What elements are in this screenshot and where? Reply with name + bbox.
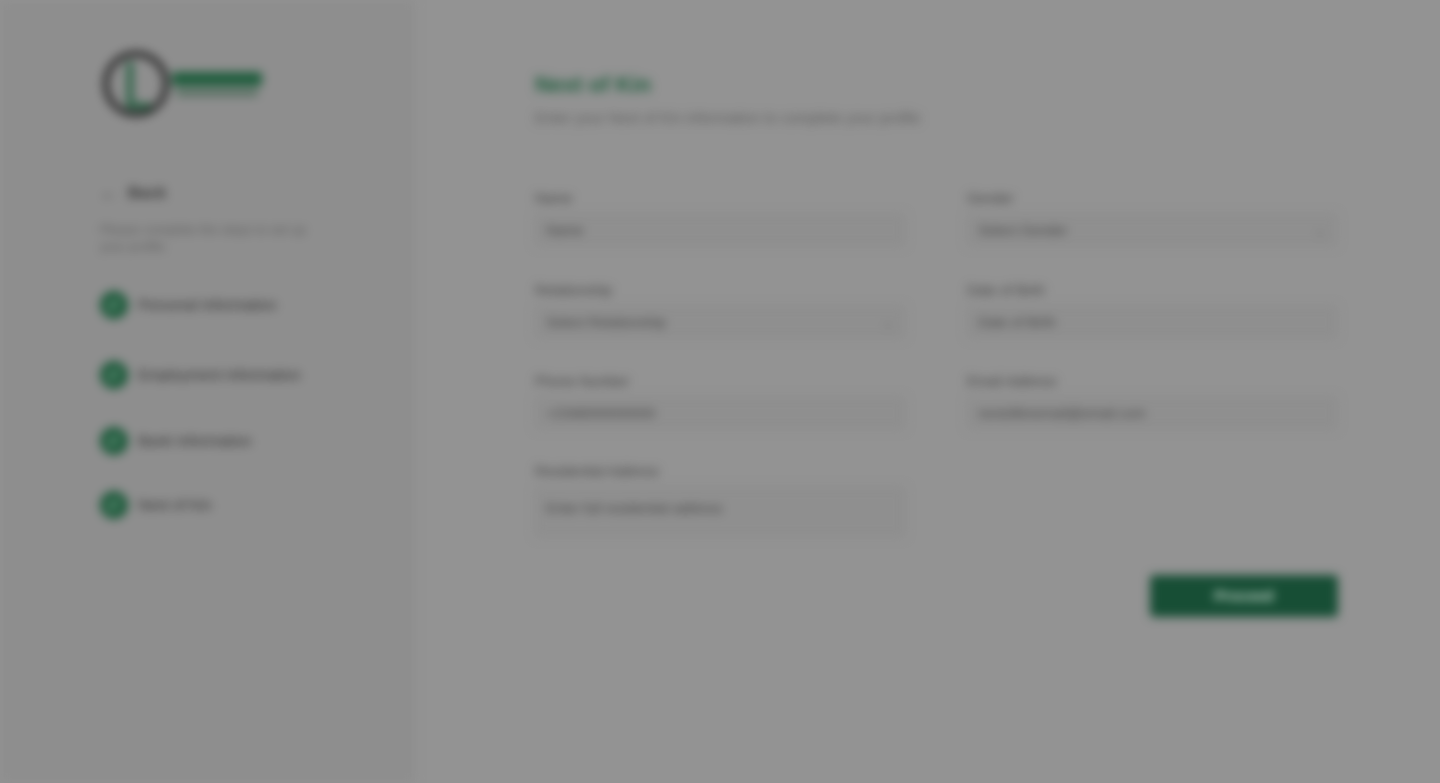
step-employment-information[interactable]: ✓ Employment Information (100, 361, 301, 389)
page-subtitle: Enter your Next of Kin information to co… (535, 110, 921, 127)
step-label: Personal Information (138, 296, 277, 314)
relationship-select[interactable]: Select Relationship ⌄ (535, 306, 905, 338)
phone-label: Phone Number (535, 373, 630, 389)
date-of-birth-value: Date of Birth (978, 314, 1056, 330)
relationship-label: Relationship (535, 282, 613, 298)
email-value: nextofkinemail@email.com (978, 405, 1146, 421)
step-bank-information[interactable]: ✓ Bank Information (100, 427, 251, 455)
date-of-birth-label: Date of Birth (967, 282, 1045, 298)
step-label: Next of Kin (138, 496, 212, 514)
email-label: Email Address (967, 373, 1057, 389)
step-label: Bank Information (138, 432, 252, 450)
logo (103, 51, 262, 117)
check-icon: ✓ (100, 491, 128, 519)
check-icon: ✓ (100, 291, 128, 319)
page: ← Back Please complete the steps to set … (0, 0, 1440, 783)
residential-address-label: Residential Address (535, 463, 659, 479)
chevron-down-icon: ⌄ (882, 313, 894, 330)
check-icon: ✓ (100, 427, 128, 455)
gender-value: Select Gender (978, 222, 1068, 238)
back-label: Back (128, 184, 167, 202)
email-input[interactable]: nextofkinemail@email.com (967, 397, 1337, 429)
residential-address-value: Enter full residential address (546, 500, 723, 516)
date-of-birth-field-group: Date of Birth Date of Birth (967, 282, 1337, 338)
relationship-value: Select Relationship (546, 314, 666, 330)
proceed-button[interactable]: Proceed (1150, 575, 1338, 617)
residential-address-textarea[interactable]: Enter full residential address (535, 487, 905, 537)
residential-address-field-group: Residential Address Enter full residenti… (535, 463, 905, 537)
step-label: Employment Information (138, 366, 301, 384)
chevron-down-icon: ⌄ (1314, 221, 1326, 238)
sidebar: ← Back Please complete the steps to set … (0, 0, 415, 783)
relationship-field-group: Relationship Select Relationship ⌄ (535, 282, 905, 338)
step-personal-information[interactable]: ✓ Personal Information (100, 291, 276, 319)
name-field-group: Name Name (535, 190, 905, 246)
step-next-of-kin[interactable]: ✓ Next of Kin (100, 491, 211, 519)
email-field-group: Email Address nextofkinemail@email.com (967, 373, 1337, 429)
sidebar-description: Please complete the steps to set up your… (100, 222, 306, 254)
arrow-left-icon: ← (100, 183, 118, 203)
date-of-birth-input[interactable]: Date of Birth (967, 306, 1337, 338)
page-title: Next of Kin (535, 72, 652, 97)
phone-value: +2348000000000 (546, 405, 656, 421)
phone-input[interactable]: +2348000000000 (535, 397, 905, 429)
name-input[interactable]: Name (535, 214, 905, 246)
main-content: Next of Kin Enter your Next of Kin infor… (415, 0, 1440, 783)
gender-select[interactable]: Select Gender ⌄ (967, 214, 1337, 246)
phone-field-group: Phone Number +2348000000000 (535, 373, 905, 429)
name-value: Name (546, 222, 584, 238)
check-icon: ✓ (100, 361, 128, 389)
gender-field-group: Gender Select Gender ⌄ (967, 190, 1337, 246)
name-label: Name (535, 190, 573, 206)
back-link[interactable]: ← Back (100, 183, 166, 204)
gender-label: Gender (967, 190, 1014, 206)
